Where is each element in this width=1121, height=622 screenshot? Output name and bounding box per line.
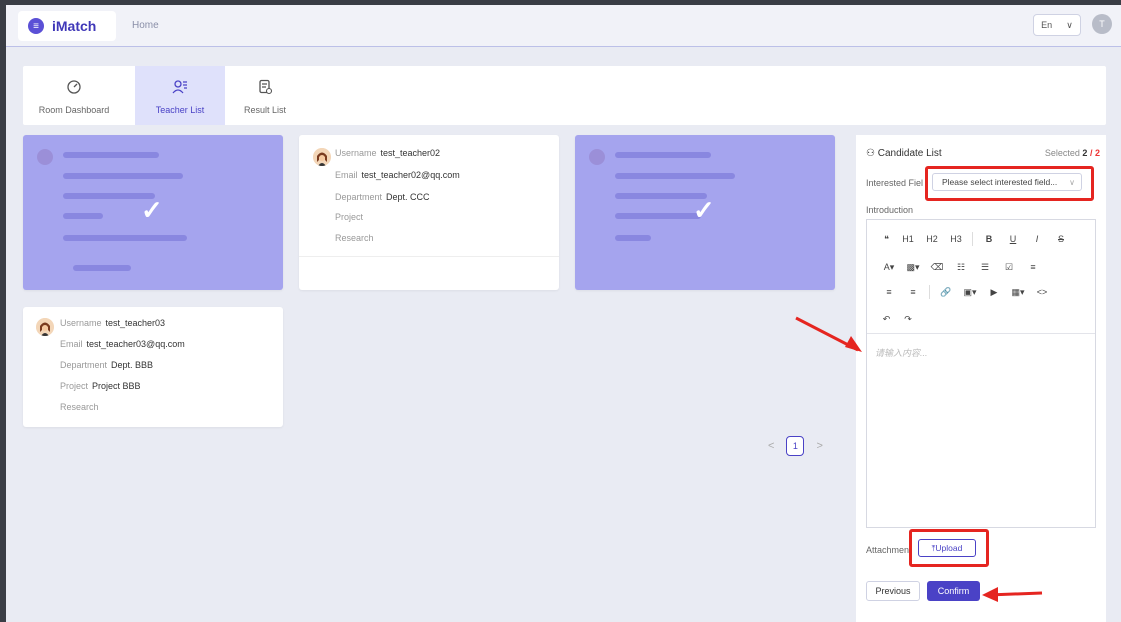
annotation-arrowhead [845,336,862,352]
annotation-arrows [795,316,1043,602]
annotation-arrowhead [982,587,998,602]
